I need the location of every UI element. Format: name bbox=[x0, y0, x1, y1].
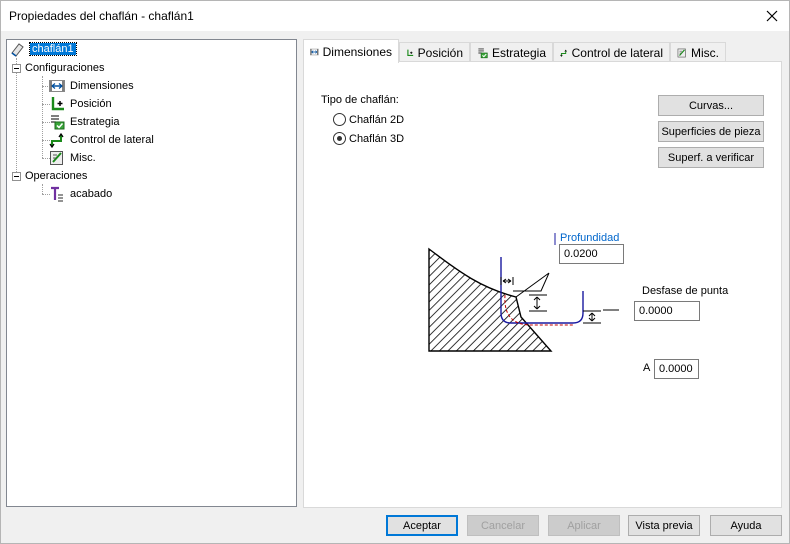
tab-label: Misc. bbox=[691, 45, 719, 60]
radio-indicator bbox=[333, 113, 346, 126]
vista-previa-button[interactable]: Vista previa bbox=[628, 515, 700, 536]
profundidad-field[interactable] bbox=[559, 244, 624, 264]
tree-item-configuraciones[interactable]: Configuraciones bbox=[12, 59, 105, 77]
desfase-punta-label: Desfase de punta bbox=[642, 285, 729, 297]
tree-item-estrategia[interactable]: Estrategia bbox=[49, 113, 120, 131]
tree-item-label: Estrategia bbox=[70, 116, 120, 128]
radio-label: Chaflán 3D bbox=[349, 132, 405, 145]
tab-label: Control de lateral bbox=[571, 45, 663, 60]
window-title: Propiedades del chaflán - chaflán1 bbox=[9, 9, 194, 23]
finishing-tool-icon bbox=[51, 186, 63, 202]
tree-item-dimensiones[interactable]: Dimensiones bbox=[49, 77, 134, 95]
position-icon bbox=[407, 49, 414, 56]
tree-connector bbox=[42, 184, 43, 194]
tree-item-label: Misc. bbox=[70, 152, 96, 164]
superficies-verificar-button[interactable]: Superf. a verificar bbox=[658, 147, 764, 168]
curvas-button[interactable]: Curvas... bbox=[658, 95, 764, 116]
radio-label: Chaflán 2D bbox=[349, 113, 405, 126]
radio-indicator bbox=[333, 132, 346, 145]
misc-icon bbox=[50, 151, 63, 165]
collapse-icon[interactable] bbox=[12, 171, 21, 181]
tab-label: Estrategia bbox=[491, 45, 546, 60]
a-label: A bbox=[643, 362, 651, 374]
chamfer-type-label: Tipo de chaflán: bbox=[321, 94, 399, 106]
misc-icon bbox=[677, 48, 686, 57]
superficies-pieza-button[interactable]: Superficies de pieza bbox=[658, 121, 764, 142]
position-icon bbox=[51, 97, 64, 111]
tree-item-acabado[interactable]: acabado bbox=[49, 185, 112, 203]
title-bar: Propiedades del chaflán - chaflán1 bbox=[1, 1, 789, 31]
tab-dimensiones[interactable]: Dimensiones bbox=[303, 39, 399, 63]
chamfer-feature-icon bbox=[11, 43, 24, 57]
side-control-icon bbox=[560, 49, 567, 57]
tab-misc[interactable]: Misc. bbox=[670, 42, 726, 62]
strategy-icon bbox=[478, 47, 488, 58]
tab-control-lateral[interactable]: Control de lateral bbox=[553, 42, 670, 62]
tree-view[interactable]: chaflán1 Configuraciones Dimensiones Pos… bbox=[6, 39, 297, 507]
tab-label: Dimensiones bbox=[322, 44, 392, 59]
dimensions-icon bbox=[310, 48, 319, 55]
tree-item-root[interactable]: chaflán1 bbox=[9, 40, 77, 58]
profundidad-label: Profundidad bbox=[560, 232, 620, 244]
desfase-punta-field[interactable] bbox=[634, 301, 700, 321]
tree-connector bbox=[42, 76, 43, 158]
tab-label: Posición bbox=[417, 45, 463, 60]
aceptar-button[interactable]: Aceptar bbox=[386, 515, 458, 536]
tree-item-posicion[interactable]: Posición bbox=[49, 95, 112, 113]
strategy-icon bbox=[51, 115, 65, 130]
tree-item-control-lateral[interactable]: Control de lateral bbox=[49, 131, 154, 149]
a-field[interactable] bbox=[654, 359, 699, 379]
collapse-icon[interactable] bbox=[12, 63, 21, 73]
tree-item-misc[interactable]: Misc. bbox=[49, 149, 96, 167]
tab-posicion[interactable]: Posición bbox=[399, 42, 470, 62]
radio-chaflan-2d[interactable]: Chaflán 2D bbox=[333, 113, 404, 126]
tree-item-operaciones-label: Operaciones bbox=[25, 170, 88, 182]
tree-item-configuraciones-label: Configuraciones bbox=[25, 62, 105, 74]
tree-item-operaciones[interactable]: Operaciones bbox=[12, 167, 87, 185]
tab-estrategia[interactable]: Estrategia bbox=[470, 42, 553, 62]
tree-item-label: Posición bbox=[70, 98, 112, 110]
dialog-window: Propiedades del chaflán - chaflán1 chafl… bbox=[0, 0, 790, 544]
cancelar-button[interactable]: Cancelar bbox=[467, 515, 539, 536]
radio-chaflan-3d[interactable]: Chaflán 3D bbox=[333, 132, 404, 145]
close-button[interactable] bbox=[755, 1, 789, 31]
tree-item-label: Control de lateral bbox=[70, 134, 154, 146]
tree-item-root-label: chaflán1 bbox=[29, 42, 77, 56]
dimensions-icon bbox=[49, 80, 65, 92]
tree-item-label: acabado bbox=[70, 188, 113, 200]
side-control-icon bbox=[49, 132, 64, 148]
ayuda-button[interactable]: Ayuda bbox=[710, 515, 782, 536]
aplicar-button[interactable]: Aplicar bbox=[548, 515, 620, 536]
tree-item-label: Dimensiones bbox=[70, 80, 134, 92]
close-icon bbox=[766, 10, 778, 22]
